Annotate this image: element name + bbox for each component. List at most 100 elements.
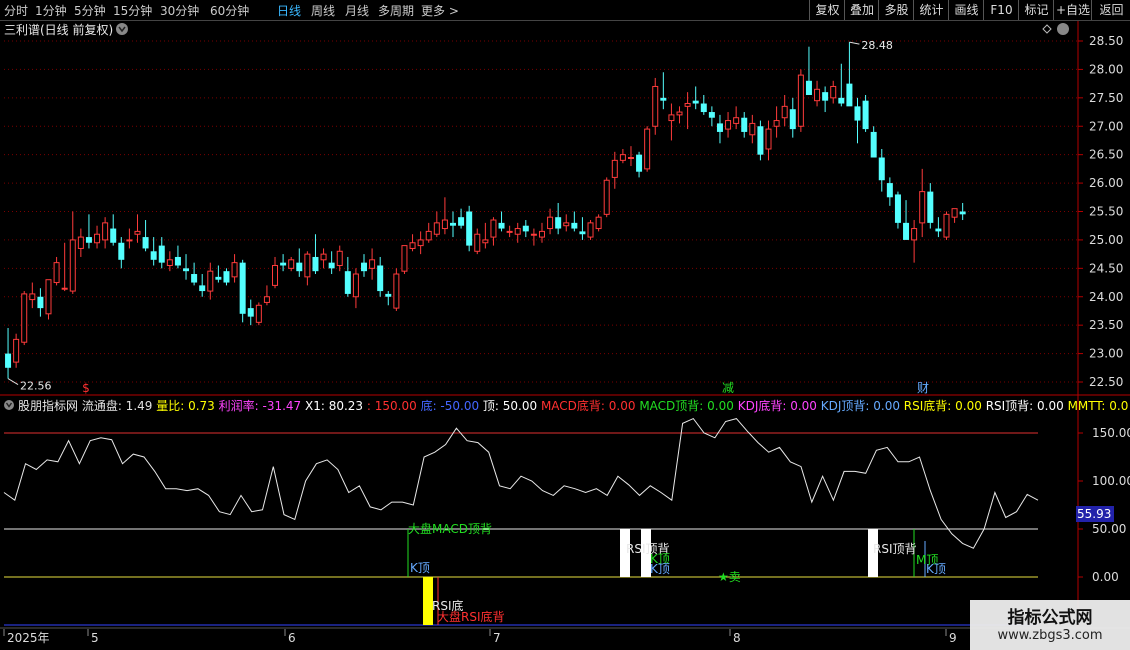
candle-body [676, 111, 683, 116]
price-tick-label: 27.00 [1089, 119, 1123, 133]
candle-body [814, 88, 821, 102]
candle-body [644, 128, 651, 170]
candle-body [263, 296, 270, 303]
candle-body [312, 256, 319, 272]
toolbar-tab-1[interactable]: 1分钟 [35, 2, 67, 19]
candle-body [692, 100, 699, 104]
toolbar-button-8[interactable]: 返回 [1091, 0, 1130, 20]
indicator-value: KDJ底背: 0.00 [738, 398, 821, 413]
signal-label-macd-top-big: 大盘MACD顶背 [408, 521, 492, 536]
toolbar-button-4[interactable]: 画线 [948, 0, 984, 20]
candlestick-series [5, 42, 966, 379]
watermark-url: www.zbgs3.com [997, 628, 1103, 643]
toolbar-tab-6[interactable]: 日线 [277, 2, 301, 19]
indicator-value: MMTT: 0.0 [1068, 399, 1129, 413]
toolbar-button-2[interactable]: 多股 [878, 0, 914, 20]
candle-body [830, 85, 837, 99]
candle-body [69, 239, 76, 292]
candle-body [563, 222, 570, 227]
price-tick-label: 24.00 [1089, 290, 1123, 304]
toolbar-tab-5[interactable]: 60分钟 [210, 2, 249, 19]
candle-body [611, 159, 618, 178]
indicator-header: 股朋指标网 流通盘: 1.49 量比: 0.73 利润率: -31.47 X1:… [18, 398, 1128, 413]
candle-body [369, 259, 376, 269]
candle-body [417, 239, 424, 247]
candle-body [660, 97, 667, 101]
candle-body [668, 114, 675, 122]
toolbar-button-5[interactable]: F10 [983, 0, 1019, 20]
candle-body [749, 122, 756, 136]
price-tick-label: 23.50 [1089, 318, 1123, 332]
candle-body [927, 191, 934, 223]
indicator-value: 顶: 50.00 [483, 399, 541, 413]
chart-area: 28.50 28.00 27.50 27.00 26.50 26.00 25.50 25.00… [0, 21, 1130, 645]
high-pointer [849, 41, 860, 45]
candle-body [239, 262, 246, 314]
signal-label-rsi-top-b: RSI顶背 [873, 542, 917, 556]
candle-body [385, 293, 392, 297]
toolbar-button-3[interactable]: 统计 [913, 0, 949, 20]
candle-body [870, 131, 877, 158]
candle-body [21, 293, 28, 343]
candle-body [741, 117, 748, 132]
candle-body [466, 211, 473, 246]
signal-label-rsi-bottom-big: 大盘RSI底背 [437, 609, 505, 624]
candle-body [684, 103, 691, 107]
indicator-tick-label: 100.00 [1092, 474, 1130, 488]
diamond-icon [1042, 24, 1052, 34]
toolbar-button-6[interactable]: 标记 [1018, 0, 1054, 20]
candle-body [506, 230, 513, 233]
candle-body [514, 228, 521, 235]
candle-body [433, 222, 440, 235]
panel-menu-icon [1057, 23, 1069, 35]
candle-body [183, 268, 190, 272]
candle-body [781, 105, 788, 119]
candle-body [943, 213, 950, 238]
candle-body [29, 293, 36, 301]
candle-body [336, 250, 343, 266]
candle-body [191, 274, 198, 283]
candle-body [174, 256, 181, 266]
x-axis-label: 2025年 [7, 631, 50, 645]
indicator-menu-icon [4, 400, 14, 410]
candle-body [45, 279, 52, 315]
signal-label-k-top-d: K顶 [926, 562, 946, 576]
toolbar-tab-8[interactable]: 月线 [345, 2, 369, 19]
candle-body [757, 126, 764, 155]
price-tick-label: 27.50 [1089, 91, 1123, 105]
candle-body [498, 222, 505, 229]
toolbar-tab-9[interactable]: 多周期 [378, 2, 414, 19]
toolbar-tab-4[interactable]: 30分钟 [160, 2, 199, 19]
candle-body [878, 157, 885, 181]
indicator-panel: 股朋指标网 流通盘: 1.49 量比: 0.73 利润率: -31.47 X1:… [3, 398, 1130, 626]
candle-body [797, 74, 804, 127]
candle-body [619, 154, 626, 161]
toolbar-tab-10[interactable]: 更多 > [421, 2, 459, 19]
indicator-value: MACD底背: 0.00 [541, 398, 639, 413]
candle-body [247, 308, 254, 317]
candle-body [765, 128, 772, 150]
candle-body [223, 271, 230, 283]
candle-body [166, 259, 173, 266]
candle-body [822, 92, 829, 101]
candle-body [280, 262, 287, 266]
candle-body [77, 236, 84, 249]
toolbar-tab-2[interactable]: 5分钟 [74, 2, 106, 19]
toolbar-tab-3[interactable]: 15分钟 [113, 2, 152, 19]
candle-body [886, 183, 893, 198]
toolbar-tab-0[interactable]: 分时 [4, 2, 28, 19]
candle-body [894, 194, 901, 223]
toolbar-button-0[interactable]: 复权 [809, 0, 845, 20]
candle-body [207, 270, 214, 292]
candle-body [199, 285, 206, 292]
candle-body [547, 216, 554, 230]
candle-body [344, 271, 351, 294]
candle-body [911, 228, 918, 241]
current-value-label: 55.93 [1077, 507, 1111, 521]
candle-body [320, 253, 327, 261]
toolbar-button-1[interactable]: 叠加 [844, 0, 879, 20]
price-tick-label: 25.50 [1089, 205, 1123, 219]
candle-body [579, 231, 586, 235]
toolbar-button-7[interactable]: +自选 [1053, 0, 1092, 20]
toolbar-tab-7[interactable]: 周线 [311, 2, 335, 19]
